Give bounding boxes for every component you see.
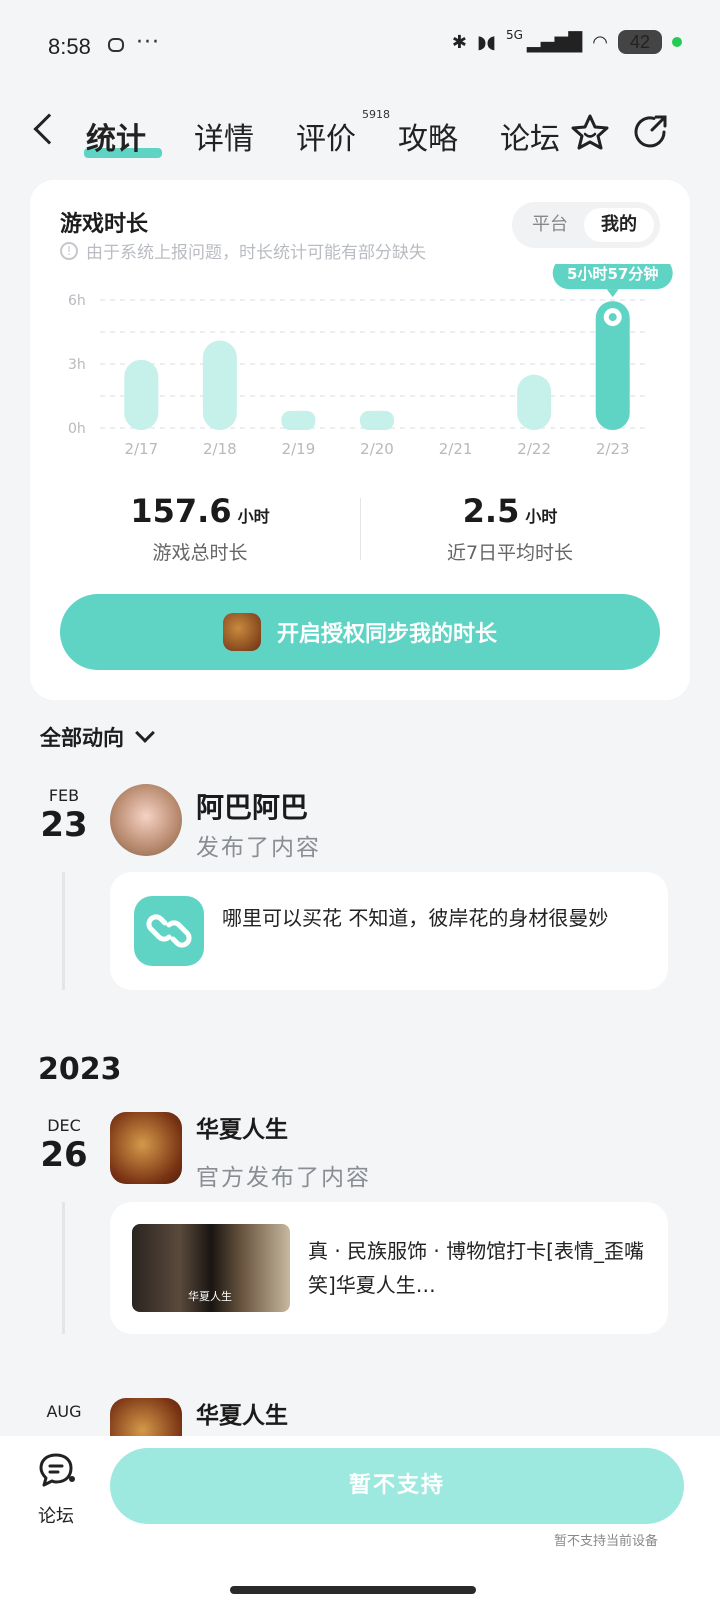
unsupported-note: 暂不支持当前设备 <box>553 1534 658 1549</box>
tab-reviews[interactable]: 评价 <box>296 114 356 158</box>
avg-playtime-stat: 2.5 小时 近7日平均时长 <box>410 492 610 565</box>
post-content: 真 · 民族服饰 · 博物馆打卡[表情_歪嘴笑]华夏人生… <box>308 1239 644 1297</box>
total-playtime-value: 157.6 <box>130 492 232 530</box>
reviews-count-badge: 5918 <box>362 108 390 121</box>
link-icon <box>134 896 204 966</box>
post-action: 发布了内容 <box>196 835 321 861</box>
notice-text: 由于系统上报问题，时长统计可能有部分缺失 <box>86 243 426 263</box>
playtime-notice: ! 由于系统上报问题，时长统计可能有部分缺失 <box>60 238 426 263</box>
sync-button-label: 开启授权同步我的时长 <box>276 622 497 647</box>
tab-forum[interactable]: 论坛 <box>500 114 560 158</box>
privacy-dot-icon <box>672 37 682 47</box>
chart-x-tick: 2/22 <box>517 440 551 458</box>
post-date: FEB 23 <box>36 786 92 845</box>
status-more-dots: ··· <box>136 30 160 55</box>
post-thumbnail: 华夏人生 <box>132 1224 290 1312</box>
chain-link-icon <box>146 914 192 948</box>
status-time: 8:58 <box>48 34 91 59</box>
chart-y-tick: 6h <box>68 293 86 309</box>
total-playtime-label: 游戏总时长 <box>152 542 248 564</box>
battery-indicator: 42 <box>618 30 662 54</box>
toggle-platform[interactable]: 平台 <box>518 208 582 242</box>
avg-playtime-unit: 小时 <box>525 507 558 526</box>
total-playtime-stat: 157.6 小时 游戏总时长 <box>100 492 300 565</box>
platform-toggle: 平台 我的 <box>512 202 660 248</box>
chart-x-tick: 2/23 <box>596 440 630 458</box>
earbuds-icon: ◗◖ <box>477 31 496 53</box>
toggle-mine[interactable]: 我的 <box>584 208 654 242</box>
chart-x-tick: 2/21 <box>439 440 473 458</box>
game-app-icon <box>222 613 261 651</box>
chart-tooltip-label: 5小时57分钟 <box>567 265 658 283</box>
tab-details[interactable]: 详情 <box>194 114 254 158</box>
post-month: FEB <box>48 786 80 805</box>
game-avatar[interactable] <box>110 1112 182 1184</box>
chart-bar <box>517 374 552 430</box>
bottom-action-bar: 论坛 暂不支持 暂不支持当前设备 <box>0 1436 720 1602</box>
chart-bar <box>202 340 237 430</box>
avg-playtime-value: 2.5 <box>462 492 520 530</box>
chart-x-tick: 2/18 <box>203 440 237 458</box>
avg-playtime-label: 近7日平均时长 <box>446 542 574 564</box>
status-bar: 8:58 ··· ✱ ◗◖ 5G ▂▄▆█ ◠ 42 <box>0 0 720 96</box>
feed-filter-label: 全部动向 <box>40 726 124 750</box>
chart-y-tick: 0h <box>68 421 86 437</box>
chart-x-tick: 2/20 <box>360 440 394 458</box>
post-card[interactable]: 哪里可以买花 不知道，彼岸花的身材很曼妙 <box>110 872 668 990</box>
year-divider: 2023 <box>38 1052 122 1087</box>
thumbnail-caption: 华夏人生 <box>188 1290 232 1303</box>
back-arrow-icon[interactable] <box>33 113 65 145</box>
info-icon: ! <box>60 241 78 260</box>
timeline-line <box>62 1202 65 1334</box>
feed-filter[interactable]: 全部动向 <box>40 722 155 752</box>
post-month: DEC <box>47 1116 81 1135</box>
wifi-icon: ◠ <box>592 31 608 53</box>
chart-bar <box>124 359 159 430</box>
post-date: AUG <box>36 1402 92 1421</box>
post-day: 26 <box>40 1135 88 1175</box>
unsupported-button[interactable]: 暂不支持 <box>110 1448 684 1524</box>
post-day: 23 <box>40 805 88 845</box>
bluetooth-icon: ✱ <box>451 31 467 53</box>
user-avatar[interactable] <box>110 784 182 856</box>
chart-highlight-dot-inner <box>608 313 617 322</box>
sync-playtime-button[interactable]: 开启授权同步我的时长 <box>60 594 660 670</box>
post-action: 官方发布了内容 <box>196 1165 371 1191</box>
post-card[interactable]: 华夏人生 真 · 民族服饰 · 博物馆打卡[表情_歪嘴笑]华夏人生… <box>110 1202 668 1334</box>
tab-stats[interactable]: 统计 <box>86 114 146 158</box>
stat-divider <box>360 498 361 560</box>
tab-guides[interactable]: 攻略 <box>398 114 458 158</box>
playtime-title: 游戏时长 <box>60 212 149 237</box>
network-label: 5G <box>505 28 523 42</box>
total-playtime-unit: 小时 <box>237 507 270 526</box>
chart-x-tick: 2/19 <box>282 440 316 458</box>
chart-bar <box>281 410 316 430</box>
playtime-bar-chart: 6h 3h 0h 2/17 2/18 2/19 2/20 2/21 2/22 2/23 5小时57分… <box>68 264 673 458</box>
post-month: AUG <box>46 1402 82 1421</box>
status-indicators: ✱ ◗◖ 5G ▂▄▆█ ◠ 42 <box>451 28 682 54</box>
timeline-line <box>62 872 65 990</box>
share-icon[interactable] <box>630 112 670 152</box>
post-author[interactable]: 华夏人生 <box>196 1396 288 1430</box>
post-author[interactable]: 华夏人生 <box>196 1110 288 1144</box>
chat-notification-icon <box>108 38 124 52</box>
chart-y-tick: 3h <box>68 357 86 373</box>
forum-label[interactable]: 论坛 <box>38 1502 74 1528</box>
post-content: 哪里可以买花 不知道，彼岸花的身材很曼妙 <box>222 906 609 930</box>
chevron-down-icon <box>135 723 155 743</box>
post-author[interactable]: 阿巴阿巴 <box>196 786 308 826</box>
favorite-star-icon[interactable] <box>570 112 610 152</box>
playtime-card: 游戏时长 ! 由于系统上报问题，时长统计可能有部分缺失 平台 我的 6h 3h 0h… <box>30 180 690 700</box>
post-date: DEC 26 <box>36 1116 92 1175</box>
home-indicator <box>230 1586 476 1594</box>
chart-bar <box>360 410 394 430</box>
forum-chat-icon[interactable] <box>38 1452 80 1488</box>
chart-x-tick: 2/17 <box>124 440 158 458</box>
signal-icon: ▂▄▆█ <box>526 31 583 53</box>
top-nav: 统计 详情 评价 5918 攻略 论坛 <box>0 96 720 172</box>
chart-tooltip-pointer <box>606 289 619 298</box>
